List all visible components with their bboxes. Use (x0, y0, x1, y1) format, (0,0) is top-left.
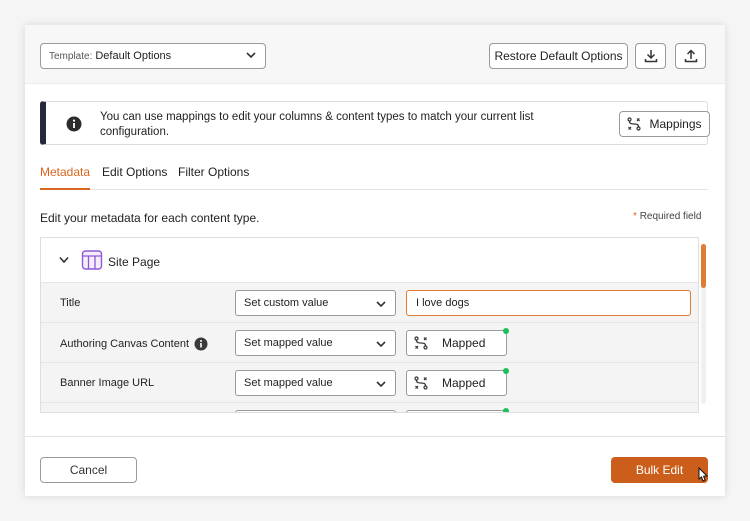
template-value: Default Options (95, 50, 172, 62)
mappings-label: Mappings (649, 117, 702, 131)
required-star: * (633, 211, 637, 222)
field-name: Authoring Canvas Content (60, 337, 208, 351)
bulk-edit-panel: Template: Default Options Restore Defaul… (25, 25, 725, 496)
chevron-down-icon[interactable] (59, 256, 69, 264)
info-banner: You can use mappings to edit your column… (40, 101, 710, 145)
mapping-icon (414, 376, 428, 390)
value-mode-text: Set mapped value (244, 377, 333, 389)
content-type-label: Site Page (108, 255, 161, 269)
mapping-icon (627, 117, 642, 131)
mapping-icon (414, 336, 428, 350)
field-name-text: Banner Image URL (60, 377, 155, 389)
value-mode-select[interactable] (235, 410, 396, 412)
mapped-value-button[interactable]: Mapped (406, 328, 509, 356)
tab-edit-options[interactable]: Edit Options (102, 165, 167, 190)
mapped-status-dot (503, 408, 509, 412)
mapped-value-button[interactable]: Mapped (406, 368, 509, 396)
field-name: Title (60, 297, 80, 309)
chevron-down-icon (246, 52, 256, 59)
required-field-note: * Required field (633, 211, 701, 222)
download-icon (644, 50, 657, 63)
mouse-cursor-icon (698, 467, 709, 482)
value-mode-select[interactable]: Set mapped value (235, 370, 396, 396)
site-page-icon (81, 250, 103, 270)
tab-bar: Metadata Edit Options Filter Options (40, 165, 708, 190)
chevron-down-icon (376, 341, 386, 348)
chevron-down-icon (376, 301, 386, 308)
cancel-button[interactable]: Cancel (40, 457, 137, 483)
toolbar: Template: Default Options Restore Defaul… (25, 25, 725, 84)
value-mode-text: Set custom value (244, 297, 329, 309)
table-row: Banner Image URL Set mapped value Mapped (41, 363, 698, 403)
required-label: Required field (639, 211, 702, 222)
mapped-value-button[interactable] (406, 408, 509, 412)
info-icon (66, 116, 82, 132)
mapped-label: Mapped (442, 336, 486, 350)
template-prefix: Template: (49, 50, 93, 62)
banner-message: You can use mappings to edit your column… (100, 111, 534, 138)
table-row: Title Set custom value I love dogs (41, 283, 698, 323)
template-select[interactable]: Template: Default Options (40, 43, 266, 69)
tab-filter-options[interactable]: Filter Options (178, 165, 249, 190)
upload-icon (684, 49, 697, 63)
download-button[interactable] (635, 43, 666, 69)
content-type-header[interactable]: Site Page (41, 238, 698, 283)
value-mode-select[interactable]: Set mapped value (235, 330, 396, 356)
metadata-table: Site Page Title Set custom value I love … (40, 237, 699, 413)
table-row: Authoring Canvas Content Set mapped valu… (41, 323, 698, 363)
mapped-status-dot (503, 328, 509, 334)
field-name: Banner Image URL (60, 377, 154, 389)
field-name-text: Title (60, 297, 81, 309)
bulk-edit-button[interactable]: Bulk Edit (611, 457, 708, 483)
scrollbar-thumb[interactable] (701, 244, 706, 288)
upload-button[interactable] (675, 43, 706, 69)
custom-value-input[interactable]: I love dogs (406, 290, 691, 316)
value-mode-select[interactable]: Set custom value (235, 290, 396, 316)
mapped-status-dot (503, 368, 509, 374)
restore-default-options-button[interactable]: Restore Default Options (489, 43, 628, 69)
footer: Cancel Bulk Edit (25, 436, 725, 496)
info-icon[interactable] (194, 337, 208, 351)
metadata-subheading: Edit your metadata for each content type… (40, 211, 260, 225)
mappings-button[interactable]: Mappings (619, 111, 710, 137)
chevron-down-icon (376, 381, 386, 388)
tab-metadata[interactable]: Metadata (40, 165, 91, 190)
table-row (41, 403, 698, 412)
field-name-text: Authoring Canvas Content (60, 338, 190, 350)
mapped-label: Mapped (442, 376, 486, 390)
value-mode-text: Set mapped value (244, 337, 333, 349)
